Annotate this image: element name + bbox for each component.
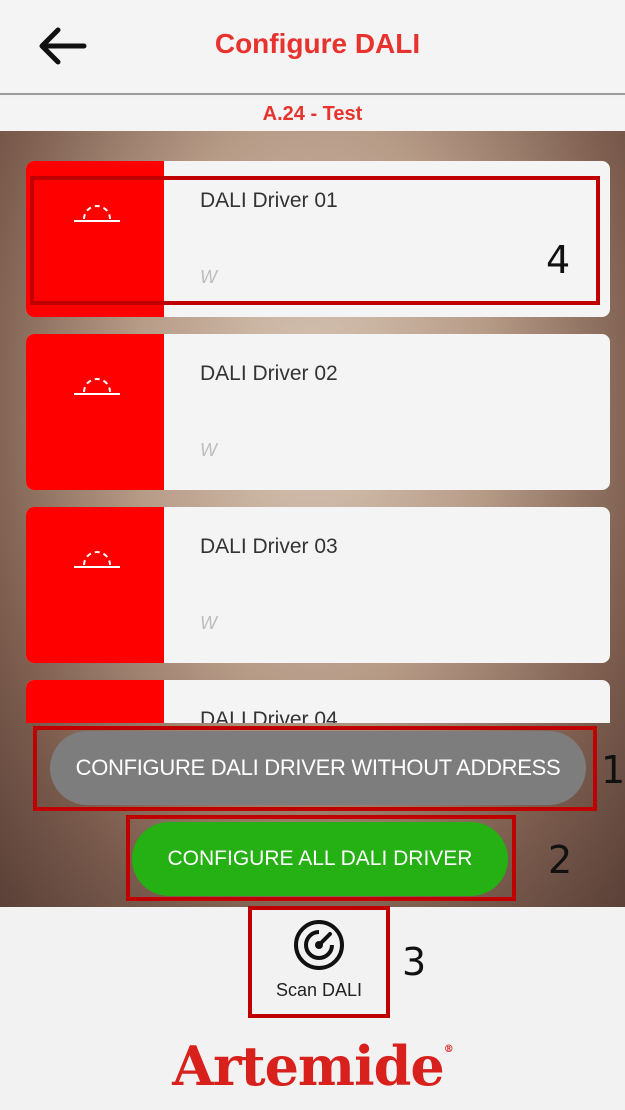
driver-name: DALI Driver 03	[200, 535, 338, 558]
lamp-icon	[74, 551, 120, 568]
annotation-number-4: 4	[546, 238, 571, 282]
driver-name: DALI Driver 02	[200, 362, 338, 385]
lamp-icon	[74, 378, 120, 395]
lamp-tile	[26, 507, 164, 663]
annotation-box-1	[33, 726, 597, 811]
driver-card[interactable]: DALI Driver 02 W	[26, 334, 610, 490]
site-subtitle: A.24 - Test	[0, 97, 625, 131]
annotation-box-4	[30, 176, 600, 305]
annotation-number-2: 2	[548, 838, 573, 882]
lamp-tile	[26, 680, 164, 723]
brand-logo: Artemide®	[172, 1034, 453, 1098]
driver-power: W	[200, 613, 217, 633]
lamp-tile	[26, 334, 164, 490]
annotation-number-1: 1	[601, 748, 625, 792]
annotation-box-2	[126, 815, 516, 901]
lamp-icon	[70, 706, 124, 723]
driver-card[interactable]: DALI Driver 03 W	[26, 507, 610, 663]
annotation-number-3: 3	[402, 940, 427, 984]
driver-power: W	[200, 440, 217, 460]
driver-name: DALI Driver 04	[200, 708, 338, 723]
app-header: Configure DALI	[0, 0, 625, 95]
page-title: Configure DALI	[214, 28, 421, 59]
driver-card[interactable]: DALI Driver 04 W	[26, 680, 610, 723]
annotation-box-3	[248, 906, 390, 1018]
